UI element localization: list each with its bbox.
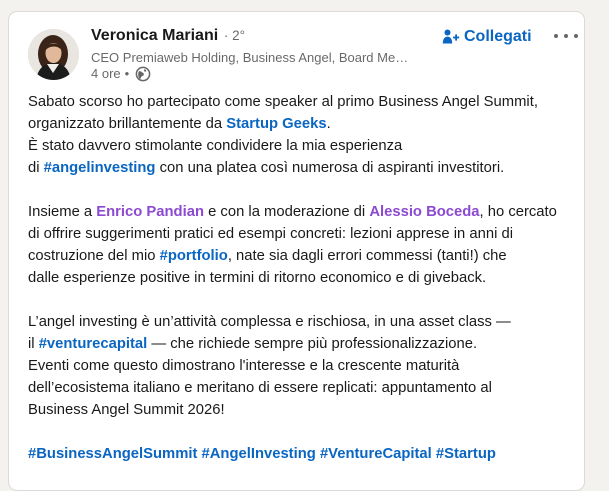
hashtag-angelinvesting-camel[interactable]: #AngelInvesting (202, 446, 316, 462)
post-text-line: Insieme a Enrico Pandian e con la modera… (28, 201, 578, 223)
post-text: il (28, 336, 39, 352)
post-text-line: il #venturecapital — che richiede sempre… (28, 333, 578, 355)
hashtag-portfolio[interactable]: #portfolio (160, 248, 228, 264)
post-text: . (326, 116, 331, 132)
connection-degree: · 2° (220, 28, 246, 43)
post-text: con una platea così numerosa di aspirant… (155, 160, 505, 176)
post-text-line: costruzione del mio #portfolio, nate sia… (28, 245, 578, 267)
post-text-line: dalle esperienze positive in termini di … (28, 270, 487, 286)
post-text-line: organizzato brillantemente da Startup Ge… (28, 113, 578, 135)
connect-label: Collegati (464, 28, 532, 45)
hashtag-startup[interactable]: #Startup (436, 446, 496, 462)
post-text: e con la moderazione di (203, 204, 370, 220)
post-meta: 4 ore • (91, 65, 151, 82)
more-horizontal-icon (554, 34, 558, 38)
post-text: , ho cercato (479, 204, 557, 220)
post-text: — che richiede sempre più professionaliz… (147, 336, 478, 352)
hashtag-venturecapital[interactable]: #venturecapital (39, 336, 148, 352)
hashtag-angelinvesting[interactable]: #angelinvesting (44, 160, 156, 176)
hashtags-line: #BusinessAngelSummit #AngelInvesting #Ve… (28, 443, 578, 465)
connect-button[interactable]: Collegati (442, 25, 532, 49)
author-name[interactable]: Veronica Mariani (91, 27, 218, 44)
post-text-line: Eventi come questo dimostrano l'interess… (28, 358, 460, 374)
post-text: , nate sia dagli errori commessi (tanti!… (227, 248, 507, 264)
meta-separator: • (124, 66, 130, 81)
post-body: Sabato scorso ho partecipato come speake… (28, 91, 578, 465)
post-text-line: Sabato scorso ho partecipato come speake… (28, 94, 538, 110)
post-text: organizzato brillantemente da (28, 116, 227, 132)
post-text: di (28, 160, 44, 176)
post-text-line: L’angel investing è un’attività compless… (28, 314, 511, 330)
author-name-row: Veronica Mariani · 2° (91, 26, 245, 46)
post-text-line: Business Angel Summit 2026! (28, 402, 225, 418)
avatar[interactable] (28, 29, 79, 80)
post-text-line: di #angelinvesting con una platea così n… (28, 157, 578, 179)
company-link-startup-geeks[interactable]: Startup Geeks (226, 116, 326, 132)
post-text-line: di offrire suggerimenti pratici ed esemp… (28, 226, 513, 242)
post-time[interactable]: 4 ore (91, 65, 121, 82)
more-options-button[interactable] (554, 26, 578, 46)
mention-enrico-pandian[interactable]: Enrico Pandian (96, 204, 204, 220)
post-text: costruzione del mio (28, 248, 160, 264)
hashtag-venturecapital-camel[interactable]: #VentureCapital (320, 446, 432, 462)
mention-alessio-boceda[interactable]: Alessio Boceda (369, 204, 479, 220)
author-headline: CEO Premiaweb Holding, Business Angel, B… (91, 50, 409, 65)
post-text-line: dell’ecosistema italiano e meritano di e… (28, 380, 492, 396)
globe-icon (135, 66, 151, 82)
person-add-icon (442, 28, 460, 46)
feed-post-card: Veronica Mariani · 2° CEO Premiaweb Hold… (8, 11, 585, 491)
hashtag-businessangelsummit[interactable]: #BusinessAngelSummit (28, 446, 197, 462)
post-text-line: È stato davvero stimolante condividere l… (28, 138, 403, 154)
post-text: Insieme a (28, 204, 97, 220)
